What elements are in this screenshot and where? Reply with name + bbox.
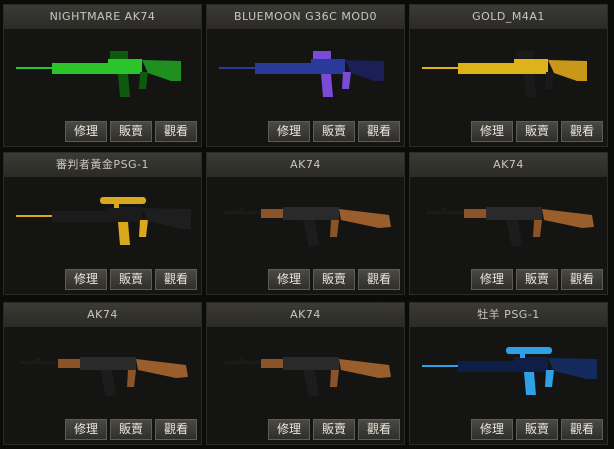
repair-button[interactable]: 修理: [471, 121, 513, 142]
weapon-actions: 修理 販賣 觀看: [268, 419, 400, 440]
weapon-actions: 修理 販賣 觀看: [268, 269, 400, 290]
weapon-image: [223, 357, 391, 397]
repair-button[interactable]: 修理: [471, 269, 513, 290]
weapon-image: [223, 207, 391, 247]
view-button[interactable]: 觀看: [561, 419, 603, 440]
weapon-card: AK74 修理 販賣 觀看: [206, 302, 405, 445]
sell-button[interactable]: 販賣: [516, 269, 558, 290]
weapon-name: AK74: [410, 153, 607, 177]
repair-button[interactable]: 修理: [268, 121, 310, 142]
repair-button[interactable]: 修理: [65, 269, 107, 290]
view-button[interactable]: 觀看: [561, 121, 603, 142]
weapon-actions: 修理 販賣 觀看: [268, 121, 400, 142]
weapon-name: AK74: [207, 303, 404, 327]
repair-button[interactable]: 修理: [268, 419, 310, 440]
repair-button[interactable]: 修理: [471, 419, 513, 440]
weapon-name: NIGHTMARE AK74: [4, 5, 201, 29]
weapon-card: AK74 修理 販賣 觀看: [409, 152, 608, 295]
weapon-image: [219, 51, 384, 97]
weapon-card: AK74 修理 販賣 觀看: [3, 302, 202, 445]
weapon-card: BLUEMOON G36C MOD0 修理 販賣 觀看: [206, 4, 405, 147]
weapon-card: AK74 修理 販賣 觀看: [206, 152, 405, 295]
repair-button[interactable]: 修理: [65, 121, 107, 142]
sell-button[interactable]: 販賣: [313, 269, 355, 290]
sell-button[interactable]: 販賣: [110, 121, 152, 142]
view-button[interactable]: 觀看: [155, 419, 197, 440]
sell-button[interactable]: 販賣: [313, 121, 355, 142]
weapon-image: [16, 197, 191, 245]
weapon-name: AK74: [207, 153, 404, 177]
inventory-grid: NIGHTMARE AK74 修理 販賣 觀看 BLUEMOON G36C MO…: [0, 0, 614, 449]
weapon-name: BLUEMOON G36C MOD0: [207, 5, 404, 29]
weapon-image: [16, 51, 181, 97]
weapon-name: GOLD_M4A1: [410, 5, 607, 29]
weapon-card: 審判者黃金PSG-1 修理 販賣 觀看: [3, 152, 202, 295]
weapon-actions: 修理 販賣 觀看: [471, 269, 603, 290]
sell-button[interactable]: 販賣: [516, 419, 558, 440]
view-button[interactable]: 觀看: [561, 269, 603, 290]
weapon-actions: 修理 販賣 觀看: [65, 269, 197, 290]
view-button[interactable]: 觀看: [358, 121, 400, 142]
weapon-actions: 修理 販賣 觀看: [65, 419, 197, 440]
sell-button[interactable]: 販賣: [110, 419, 152, 440]
sell-button[interactable]: 販賣: [110, 269, 152, 290]
view-button[interactable]: 觀看: [155, 121, 197, 142]
weapon-card: NIGHTMARE AK74 修理 販賣 觀看: [3, 4, 202, 147]
weapon-image: [422, 51, 587, 97]
sell-button[interactable]: 販賣: [313, 419, 355, 440]
view-button[interactable]: 觀看: [358, 269, 400, 290]
weapon-image: [422, 347, 597, 395]
weapon-name: AK74: [4, 303, 201, 327]
view-button[interactable]: 觀看: [155, 269, 197, 290]
weapon-actions: 修理 販賣 觀看: [471, 121, 603, 142]
weapon-actions: 修理 販賣 觀看: [471, 419, 603, 440]
weapon-name: 審判者黃金PSG-1: [4, 153, 201, 177]
view-button[interactable]: 觀看: [358, 419, 400, 440]
repair-button[interactable]: 修理: [65, 419, 107, 440]
sell-button[interactable]: 販賣: [516, 121, 558, 142]
weapon-name: 牡羊 PSG-1: [410, 303, 607, 327]
weapon-actions: 修理 販賣 觀看: [65, 121, 197, 142]
weapon-card: GOLD_M4A1 修理 販賣 觀看: [409, 4, 608, 147]
repair-button[interactable]: 修理: [268, 269, 310, 290]
weapon-image: [426, 207, 594, 247]
weapon-card: 牡羊 PSG-1 修理 販賣 觀看: [409, 302, 608, 445]
weapon-image: [20, 357, 188, 397]
